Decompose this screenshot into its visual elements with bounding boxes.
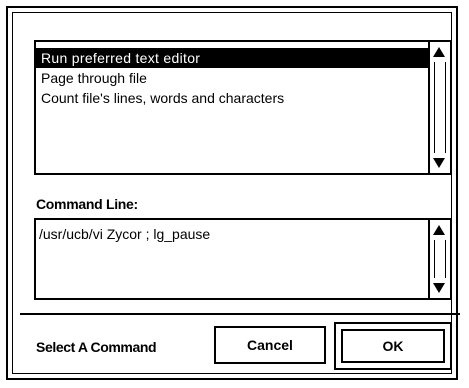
scroll-down-arrow-icon — [433, 158, 445, 168]
command-list[interactable]: Run preferred text editor Page through f… — [34, 40, 452, 175]
scroll-up-button[interactable] — [430, 44, 448, 60]
scroll-up-arrow-icon — [433, 225, 445, 235]
footer-divider — [20, 313, 460, 315]
scroll-down-button[interactable] — [430, 280, 448, 296]
scroll-down-arrow-icon — [433, 283, 445, 293]
scroll-track[interactable] — [434, 240, 446, 278]
command-line-field[interactable]: /usr/ucb/vi Zycor ; lg_pause — [34, 218, 452, 300]
scroll-up-button[interactable] — [430, 222, 448, 238]
command-line-scrollbar[interactable] — [428, 220, 450, 298]
cancel-button[interactable]: Cancel — [214, 326, 326, 364]
list-item[interactable]: Page through file — [36, 68, 428, 88]
command-list-scrollbar[interactable] — [428, 42, 450, 173]
scroll-up-arrow-icon — [433, 47, 445, 57]
status-message: Select A Command — [36, 339, 157, 355]
ok-button[interactable]: OK — [341, 329, 445, 363]
scroll-track[interactable] — [434, 62, 446, 153]
scroll-down-button[interactable] — [430, 155, 448, 171]
command-line-label: Command Line: — [36, 196, 138, 212]
ok-button-default-ring: OK — [334, 322, 452, 370]
list-item[interactable]: Run preferred text editor — [36, 48, 428, 68]
command-line-value[interactable]: /usr/ucb/vi Zycor ; lg_pause — [39, 226, 210, 242]
list-item[interactable]: Count file's lines, words and characters — [36, 88, 428, 108]
